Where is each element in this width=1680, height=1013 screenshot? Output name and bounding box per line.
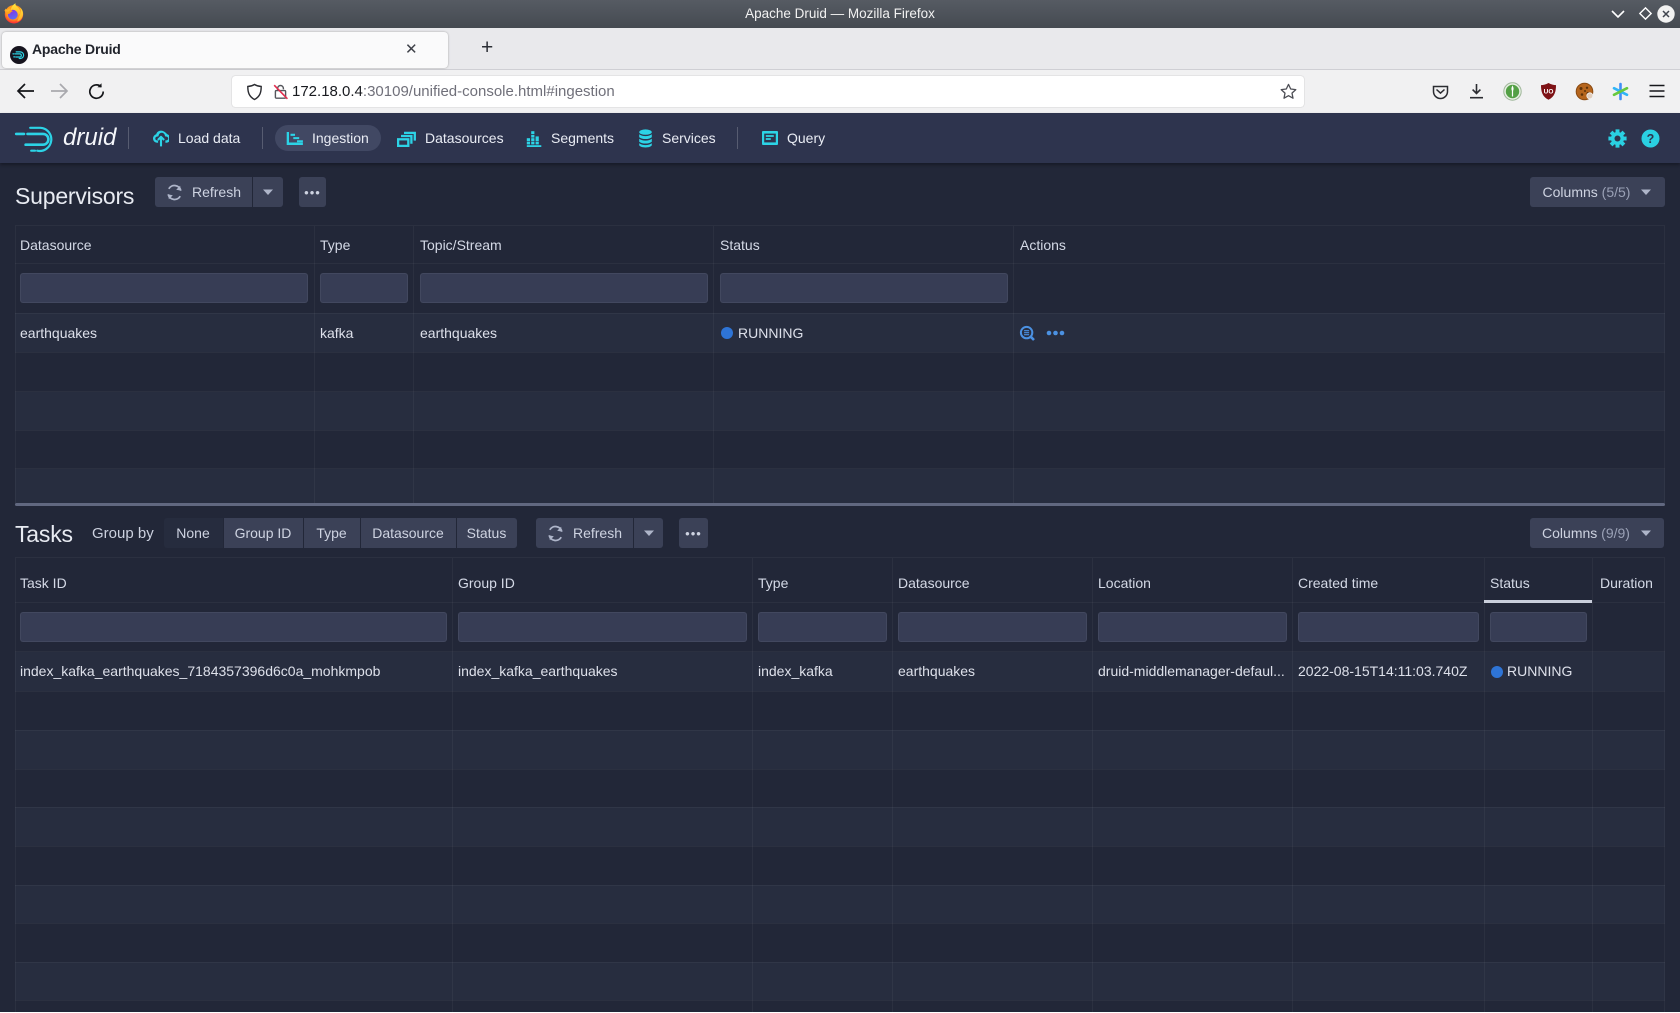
svg-text:?: ? [1647,132,1655,146]
svg-text:UO: UO [1544,89,1554,96]
